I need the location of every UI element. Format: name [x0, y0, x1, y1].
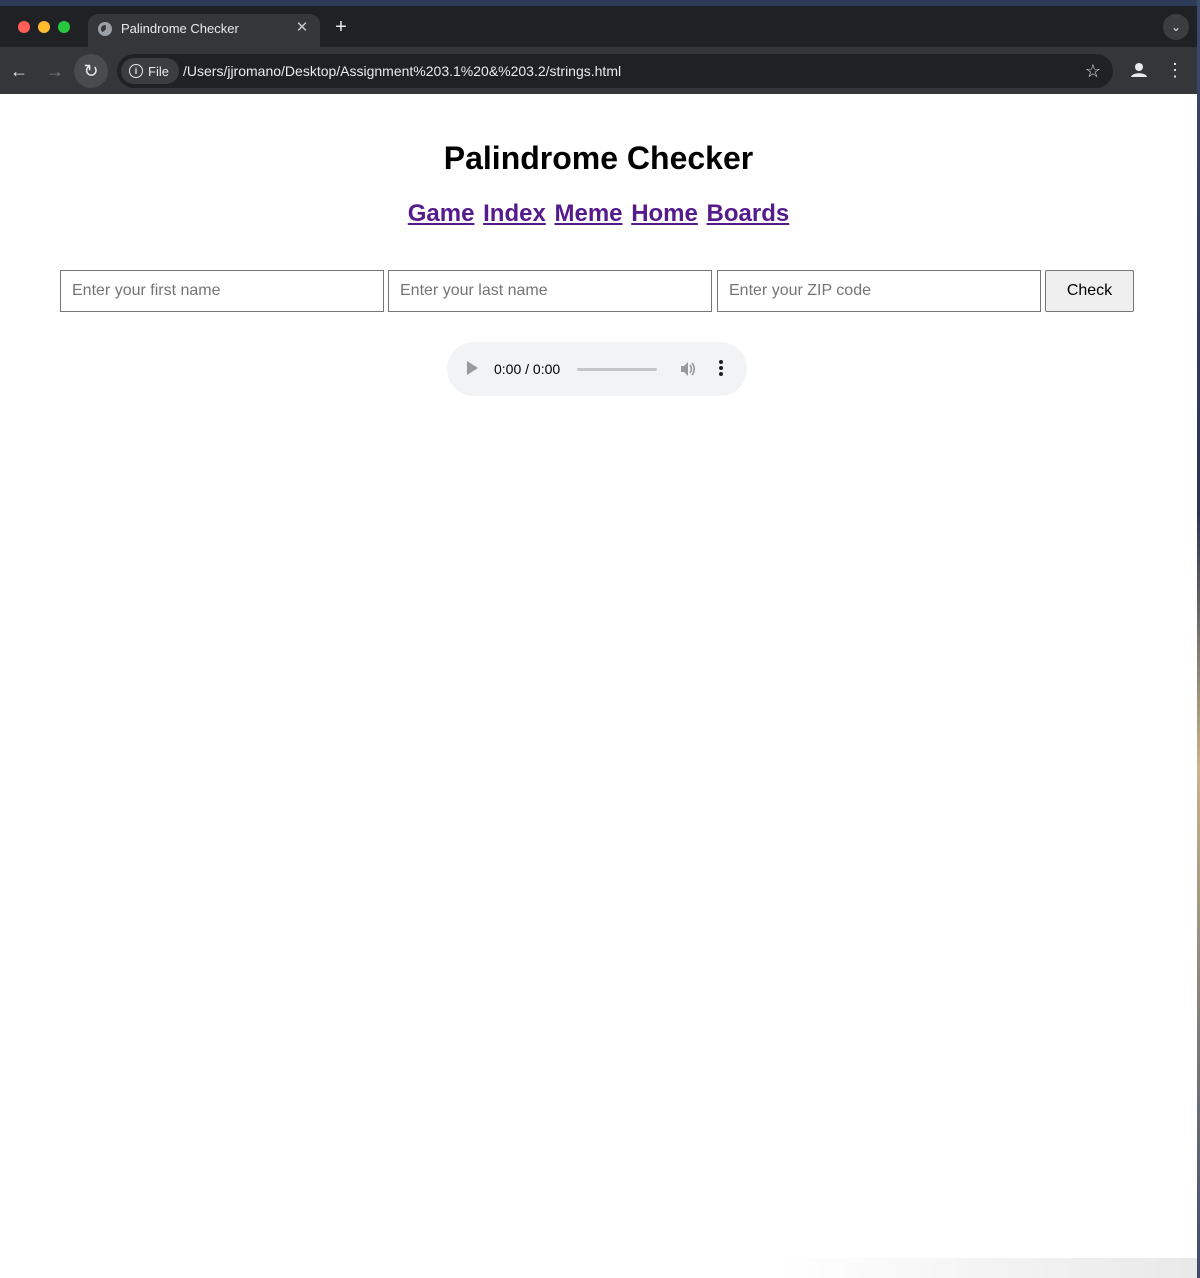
more-options-icon[interactable] — [715, 358, 727, 380]
nav-links: Game Index Meme Home Boards — [0, 200, 1197, 228]
last-name-input[interactable] — [388, 270, 712, 312]
close-tab-icon[interactable]: ✕ — [292, 18, 312, 38]
address-bar[interactable]: i File /Users/jjromano/Desktop/Assignmen… — [117, 54, 1113, 88]
nav-link-game[interactable]: Game — [408, 200, 475, 227]
nav-link-boards[interactable]: Boards — [707, 200, 790, 227]
volume-icon[interactable] — [679, 360, 697, 383]
maximize-window-button[interactable] — [58, 21, 70, 33]
url-text[interactable]: /Users/jjromano/Desktop/Assignment%203.1… — [183, 54, 621, 88]
browser-menu-icon[interactable]: ⋮ — [1164, 59, 1186, 81]
nav-link-home[interactable]: Home — [631, 200, 698, 227]
back-button[interactable]: ← — [2, 54, 36, 88]
page-title: Palindrome Checker — [443, 140, 754, 176]
minimize-window-button[interactable] — [38, 21, 50, 33]
site-info-label: File — [148, 63, 169, 79]
tab-title: Palindrome Checker — [121, 21, 239, 36]
new-tab-button[interactable]: + — [330, 16, 352, 38]
site-info-chip[interactable]: i File — [121, 58, 179, 84]
info-icon: i — [129, 64, 143, 78]
close-window-button[interactable] — [18, 21, 30, 33]
forward-button[interactable]: → — [38, 54, 72, 88]
play-icon[interactable] — [467, 361, 478, 375]
browser-window: Palindrome Checker ✕ + ⌄ ← → ↻ i File /U… — [0, 0, 1197, 1278]
audio-progress-slider[interactable] — [577, 368, 657, 371]
page-content: Palindrome Checker Game Index Meme Home … — [0, 94, 1197, 1278]
audio-player: 0:00 / 0:00 — [447, 342, 747, 396]
tab-search-button[interactable]: ⌄ — [1163, 14, 1189, 40]
window-shadow — [777, 1258, 1197, 1278]
bookmark-star-icon[interactable]: ☆ — [1085, 54, 1101, 88]
globe-icon — [98, 22, 112, 36]
zip-code-input[interactable] — [717, 270, 1041, 312]
first-name-input[interactable] — [60, 270, 384, 312]
nav-link-index[interactable]: Index — [483, 200, 546, 227]
nav-link-meme[interactable]: Meme — [554, 200, 622, 227]
audio-time: 0:00 / 0:00 — [494, 361, 561, 377]
browser-toolbar: ← → ↻ i File /Users/jjromano/Desktop/Ass… — [0, 47, 1197, 94]
tab-strip: Palindrome Checker ✕ + ⌄ — [0, 0, 1197, 53]
check-button[interactable]: Check — [1045, 270, 1134, 312]
reload-button[interactable]: ↻ — [74, 54, 108, 88]
profile-icon[interactable] — [1128, 59, 1150, 81]
